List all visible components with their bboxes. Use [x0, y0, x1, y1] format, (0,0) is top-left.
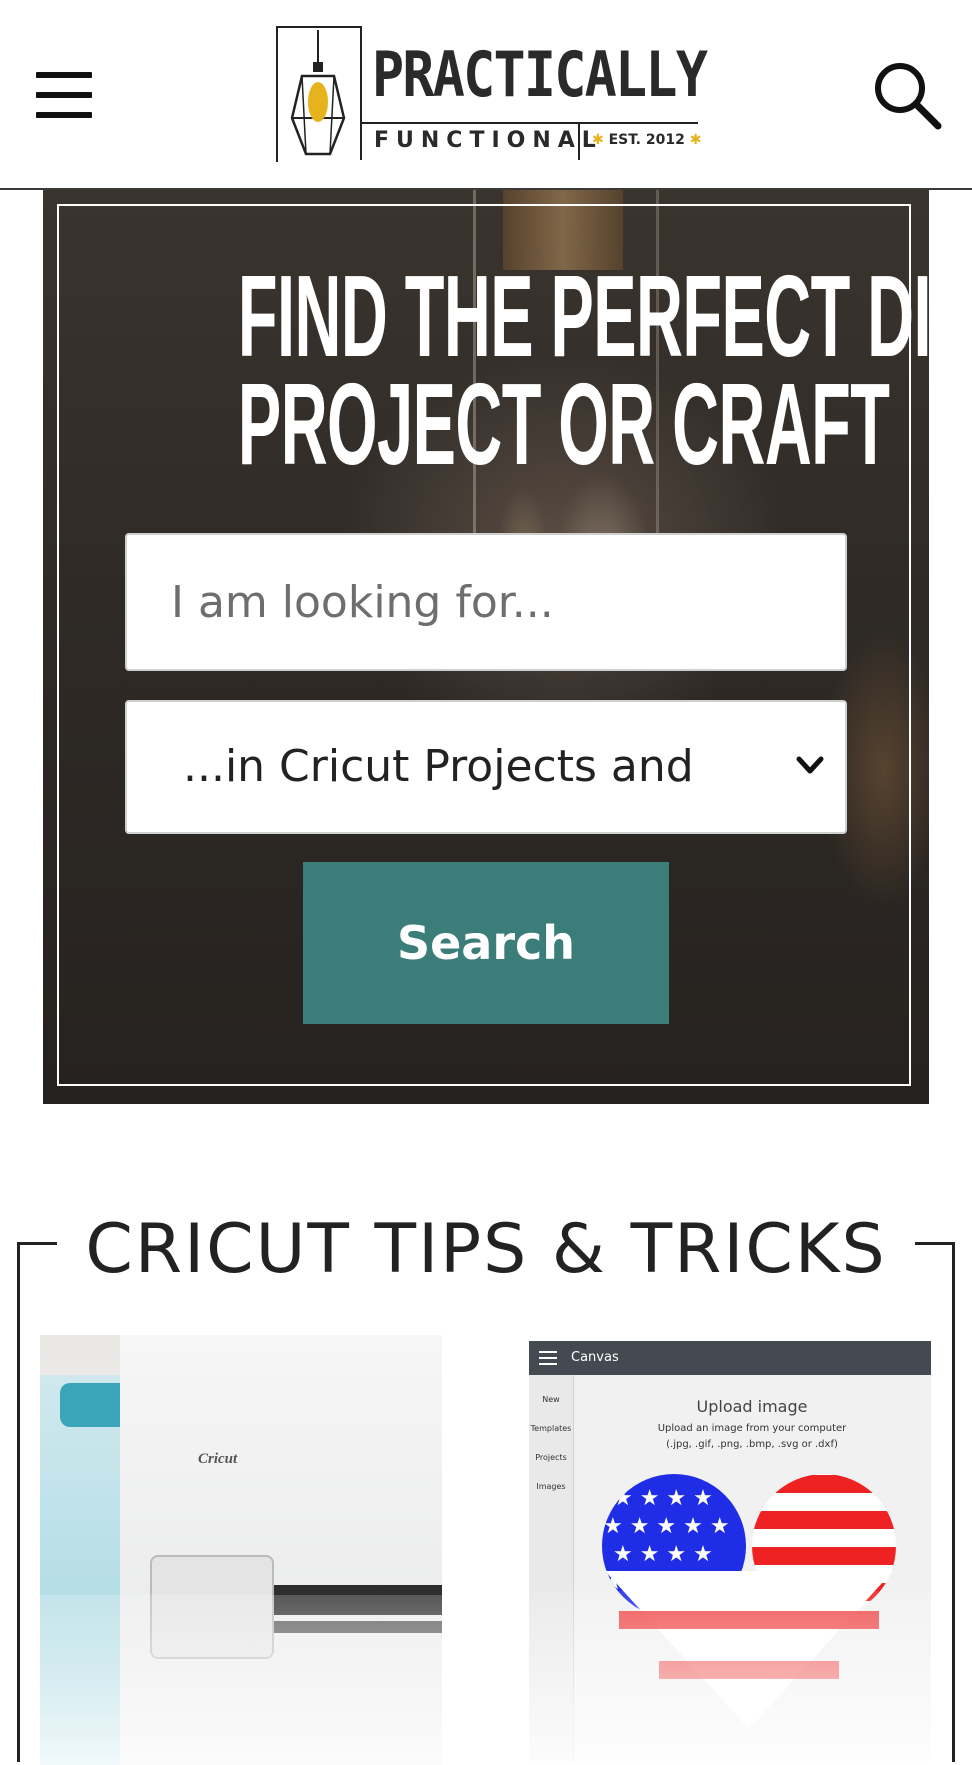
- site-logo[interactable]: PRACTICALLY FUNCTIONAL ✱ EST. 2012 ✱: [276, 26, 708, 162]
- sidebar-item-templates: Templates: [530, 1424, 572, 1433]
- hero-heading-line1: FIND THE PERFECT DIY: [237, 251, 929, 381]
- section-title: CRICUT TIPS & TRICKS: [17, 1210, 955, 1289]
- chevron-down-icon: [796, 756, 824, 774]
- image-fade-overlay: [529, 1591, 931, 1761]
- logo-rule: [360, 122, 698, 124]
- logo-title: PRACTICALLY: [372, 38, 708, 111]
- logo-divider-2: [578, 124, 580, 160]
- hero-search-panel: FIND THE PERFECT DIY PROJECT OR CRAFT ..…: [43, 190, 929, 1104]
- svg-text:★ ★ ★ ★ ★: ★ ★ ★ ★ ★: [603, 1514, 730, 1539]
- category-select[interactable]: ...in Cricut Projects and: [125, 700, 847, 834]
- category-select-value: ...in Cricut Projects and: [183, 741, 694, 792]
- sidebar-item-projects: Projects: [535, 1453, 567, 1462]
- hero-heading-line2: PROJECT OR CRAFT: [237, 359, 890, 489]
- site-header: PRACTICALLY FUNCTIONAL ✱ EST. 2012 ✱: [0, 0, 972, 190]
- cricut-tips-section: CRICUT TIPS & TRICKS Cricut Canvas New T…: [17, 1186, 955, 1765]
- app-bar-title: Canvas: [571, 1350, 619, 1365]
- upload-subtitle: Upload an image from your computer: [657, 1423, 847, 1434]
- star-icon: ✱: [689, 132, 702, 148]
- svg-text:★ ★ ★ ★: ★ ★ ★ ★: [613, 1486, 713, 1511]
- image-fade-overlay: [40, 1595, 442, 1765]
- hero-heading: FIND THE PERFECT DIY PROJECT OR CRAFT: [237, 251, 929, 489]
- svg-text:★ ★ ★ ★: ★ ★ ★ ★: [613, 1542, 713, 1567]
- sidebar-item-new: New: [542, 1395, 560, 1404]
- logo-subtitle: FUNCTIONAL: [374, 128, 603, 153]
- hamburger-menu-icon[interactable]: [36, 72, 92, 118]
- section-title-text: CRICUT TIPS & TRICKS: [57, 1210, 915, 1289]
- lamp-logo-icon: [290, 30, 346, 156]
- sidebar-item-images: Images: [536, 1482, 566, 1491]
- logo-est-text: EST. 2012: [608, 132, 685, 148]
- menu-icon: [539, 1351, 557, 1365]
- search-icon[interactable]: [872, 60, 942, 130]
- upload-formats: (.jpg, .gif, .png, .bmp, .svg or .dxf): [666, 1439, 838, 1450]
- post-card-cricut-machine[interactable]: Cricut: [40, 1335, 442, 1765]
- logo-divider: [360, 26, 362, 160]
- search-button[interactable]: Search: [303, 862, 669, 1024]
- search-input[interactable]: [125, 533, 847, 671]
- post-card-upload-image[interactable]: Canvas New Templates Projects Images Upl…: [529, 1341, 931, 1761]
- star-icon: ✱: [592, 132, 604, 148]
- app-bar: Canvas: [529, 1341, 931, 1375]
- upload-title: Upload image: [696, 1397, 808, 1416]
- machine-brand-label: Cricut: [198, 1451, 238, 1467]
- logo-established: ✱ EST. 2012 ✱: [592, 132, 701, 148]
